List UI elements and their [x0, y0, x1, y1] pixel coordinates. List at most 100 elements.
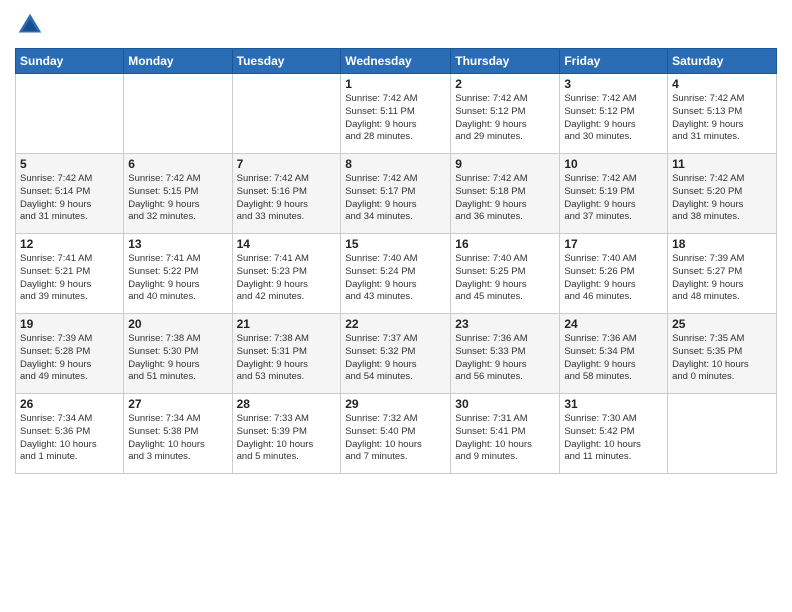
calendar-cell: 4 Sunrise: 7:42 AM Sunset: 5:13 PM Daylig…	[668, 74, 777, 154]
day-number: 3	[564, 77, 663, 91]
day-number: 15	[345, 237, 446, 251]
day-info: Sunrise: 7:41 AM Sunset: 5:23 PM Dayligh…	[237, 253, 337, 304]
day-number: 30	[455, 397, 555, 411]
day-info: Sunrise: 7:42 AM Sunset: 5:16 PM Dayligh…	[237, 173, 337, 224]
day-info: Sunrise: 7:42 AM Sunset: 5:12 PM Dayligh…	[564, 93, 663, 144]
day-number: 26	[20, 397, 119, 411]
day-number: 22	[345, 317, 446, 331]
calendar-cell: 13Sunrise: 7:41 AM Sunset: 5:22 PM Dayli…	[124, 234, 232, 314]
day-number: 29	[345, 397, 446, 411]
logo	[15, 10, 49, 40]
weekday-header-thursday: Thursday	[451, 49, 560, 74]
calendar-cell: 24 Sunrise: 7:36 AM Sunset: 5:34 PM Dayli…	[560, 314, 668, 394]
day-info: Sunrise: 7:42 AM Sunset: 5:11 PM Dayligh…	[345, 93, 446, 144]
day-info: Sunrise: 7:42 AM Sunset: 5:13 PM Dayligh…	[672, 93, 772, 144]
calendar-cell: 11 Sunrise: 7:42 AM Sunset: 5:20 PM Dayli…	[668, 154, 777, 234]
day-number: 18	[672, 237, 772, 251]
calendar-cell: 5Sunrise: 7:42 AM Sunset: 5:14 PM Daylig…	[16, 154, 124, 234]
day-info: Sunrise: 7:42 AM Sunset: 5:17 PM Dayligh…	[345, 173, 446, 224]
day-info: Sunrise: 7:42 AM Sunset: 5:20 PM Dayligh…	[672, 173, 772, 224]
day-number: 12	[20, 237, 119, 251]
day-number: 1	[345, 77, 446, 91]
weekday-header-sunday: Sunday	[16, 49, 124, 74]
day-number: 9	[455, 157, 555, 171]
day-number: 17	[564, 237, 663, 251]
calendar-cell	[232, 74, 341, 154]
calendar-cell: 25 Sunrise: 7:35 AM Sunset: 5:35 PM Dayli…	[668, 314, 777, 394]
calendar-cell: 29 Sunrise: 7:32 AM Sunset: 5:40 PM Dayli…	[341, 394, 451, 474]
day-info: Sunrise: 7:36 AM Sunset: 5:34 PM Dayligh…	[564, 333, 663, 384]
day-info: Sunrise: 7:40 AM Sunset: 5:25 PM Dayligh…	[455, 253, 555, 304]
day-info: Sunrise: 7:39 AM Sunset: 5:28 PM Dayligh…	[20, 333, 119, 384]
day-number: 6	[128, 157, 227, 171]
day-number: 5	[20, 157, 119, 171]
calendar-cell: 17Sunrise: 7:40 AM Sunset: 5:26 PM Dayli…	[560, 234, 668, 314]
day-info: Sunrise: 7:40 AM Sunset: 5:24 PM Dayligh…	[345, 253, 446, 304]
weekday-header-tuesday: Tuesday	[232, 49, 341, 74]
calendar-cell: 8 Sunrise: 7:42 AM Sunset: 5:17 PM Daylig…	[341, 154, 451, 234]
day-info: Sunrise: 7:37 AM Sunset: 5:32 PM Dayligh…	[345, 333, 446, 384]
calendar-cell: 10 Sunrise: 7:42 AM Sunset: 5:19 PM Dayli…	[560, 154, 668, 234]
day-number: 23	[455, 317, 555, 331]
weekday-header-saturday: Saturday	[668, 49, 777, 74]
day-info: Sunrise: 7:32 AM Sunset: 5:40 PM Dayligh…	[345, 413, 446, 464]
day-info: Sunrise: 7:41 AM Sunset: 5:21 PM Dayligh…	[20, 253, 119, 304]
day-number: 21	[237, 317, 337, 331]
calendar-cell: 28Sunrise: 7:33 AM Sunset: 5:39 PM Dayli…	[232, 394, 341, 474]
day-info: Sunrise: 7:31 AM Sunset: 5:41 PM Dayligh…	[455, 413, 555, 464]
week-row-1: 5Sunrise: 7:42 AM Sunset: 5:14 PM Daylig…	[16, 154, 777, 234]
day-number: 20	[128, 317, 227, 331]
calendar-cell	[668, 394, 777, 474]
day-number: 25	[672, 317, 772, 331]
day-info: Sunrise: 7:38 AM Sunset: 5:30 PM Dayligh…	[128, 333, 227, 384]
calendar-cell: 1 Sunrise: 7:42 AM Sunset: 5:11 PM Daylig…	[341, 74, 451, 154]
day-info: Sunrise: 7:42 AM Sunset: 5:18 PM Dayligh…	[455, 173, 555, 224]
day-number: 31	[564, 397, 663, 411]
day-number: 4	[672, 77, 772, 91]
calendar-cell: 31Sunrise: 7:30 AM Sunset: 5:42 PM Dayli…	[560, 394, 668, 474]
day-number: 10	[564, 157, 663, 171]
day-info: Sunrise: 7:42 AM Sunset: 5:19 PM Dayligh…	[564, 173, 663, 224]
day-info: Sunrise: 7:36 AM Sunset: 5:33 PM Dayligh…	[455, 333, 555, 384]
calendar-cell: 22 Sunrise: 7:37 AM Sunset: 5:32 PM Dayli…	[341, 314, 451, 394]
day-number: 24	[564, 317, 663, 331]
calendar-cell: 23 Sunrise: 7:36 AM Sunset: 5:33 PM Dayli…	[451, 314, 560, 394]
weekday-header-friday: Friday	[560, 49, 668, 74]
calendar-cell: 30 Sunrise: 7:31 AM Sunset: 5:41 PM Dayli…	[451, 394, 560, 474]
day-number: 7	[237, 157, 337, 171]
calendar-table: SundayMondayTuesdayWednesdayThursdayFrid…	[15, 48, 777, 474]
calendar-cell: 3 Sunrise: 7:42 AM Sunset: 5:12 PM Daylig…	[560, 74, 668, 154]
day-number: 11	[672, 157, 772, 171]
day-number: 14	[237, 237, 337, 251]
calendar-cell: 19 Sunrise: 7:39 AM Sunset: 5:28 PM Dayli…	[16, 314, 124, 394]
calendar-cell: 16 Sunrise: 7:40 AM Sunset: 5:25 PM Dayli…	[451, 234, 560, 314]
day-info: Sunrise: 7:39 AM Sunset: 5:27 PM Dayligh…	[672, 253, 772, 304]
calendar-cell: 15 Sunrise: 7:40 AM Sunset: 5:24 PM Dayli…	[341, 234, 451, 314]
calendar-cell: 6Sunrise: 7:42 AM Sunset: 5:15 PM Daylig…	[124, 154, 232, 234]
day-number: 8	[345, 157, 446, 171]
calendar-cell	[16, 74, 124, 154]
day-info: Sunrise: 7:34 AM Sunset: 5:38 PM Dayligh…	[128, 413, 227, 464]
calendar-cell: 7 Sunrise: 7:42 AM Sunset: 5:16 PM Daylig…	[232, 154, 341, 234]
calendar-cell	[124, 74, 232, 154]
header	[15, 10, 777, 40]
day-info: Sunrise: 7:35 AM Sunset: 5:35 PM Dayligh…	[672, 333, 772, 384]
calendar-cell: 27 Sunrise: 7:34 AM Sunset: 5:38 PM Dayli…	[124, 394, 232, 474]
calendar-cell: 2Sunrise: 7:42 AM Sunset: 5:12 PM Daylig…	[451, 74, 560, 154]
calendar-cell: 21 Sunrise: 7:38 AM Sunset: 5:31 PM Dayli…	[232, 314, 341, 394]
day-info: Sunrise: 7:41 AM Sunset: 5:22 PM Dayligh…	[128, 253, 227, 304]
day-info: Sunrise: 7:33 AM Sunset: 5:39 PM Dayligh…	[237, 413, 337, 464]
calendar-cell: 14 Sunrise: 7:41 AM Sunset: 5:23 PM Dayli…	[232, 234, 341, 314]
calendar-cell: 18 Sunrise: 7:39 AM Sunset: 5:27 PM Dayli…	[668, 234, 777, 314]
day-number: 27	[128, 397, 227, 411]
calendar-cell: 20 Sunrise: 7:38 AM Sunset: 5:30 PM Dayli…	[124, 314, 232, 394]
weekday-header-monday: Monday	[124, 49, 232, 74]
day-info: Sunrise: 7:38 AM Sunset: 5:31 PM Dayligh…	[237, 333, 337, 384]
main-container: SundayMondayTuesdayWednesdayThursdayFrid…	[0, 0, 792, 612]
day-number: 19	[20, 317, 119, 331]
calendar-cell: 9 Sunrise: 7:42 AM Sunset: 5:18 PM Daylig…	[451, 154, 560, 234]
weekday-header-row: SundayMondayTuesdayWednesdayThursdayFrid…	[16, 49, 777, 74]
day-info: Sunrise: 7:34 AM Sunset: 5:36 PM Dayligh…	[20, 413, 119, 464]
day-number: 2	[455, 77, 555, 91]
day-number: 16	[455, 237, 555, 251]
